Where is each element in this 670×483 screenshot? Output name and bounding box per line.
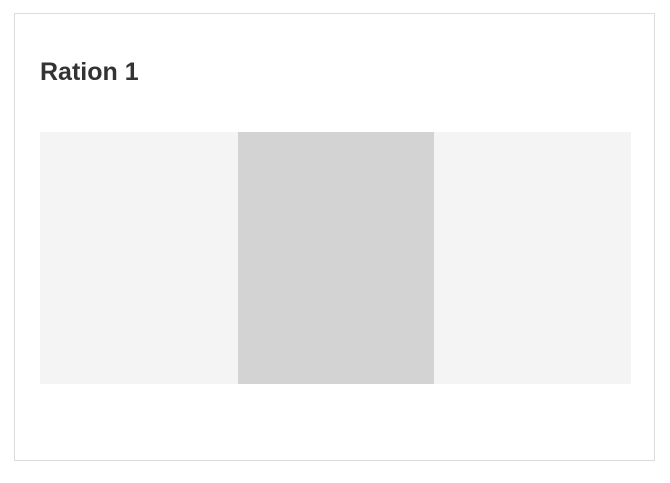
panel-left bbox=[40, 132, 238, 384]
panel-right bbox=[434, 132, 631, 384]
panel-row bbox=[40, 132, 631, 384]
ration-card: Ration 1 bbox=[14, 13, 655, 461]
card-title: Ration 1 bbox=[40, 58, 139, 86]
panel-middle-selected[interactable] bbox=[238, 132, 434, 384]
